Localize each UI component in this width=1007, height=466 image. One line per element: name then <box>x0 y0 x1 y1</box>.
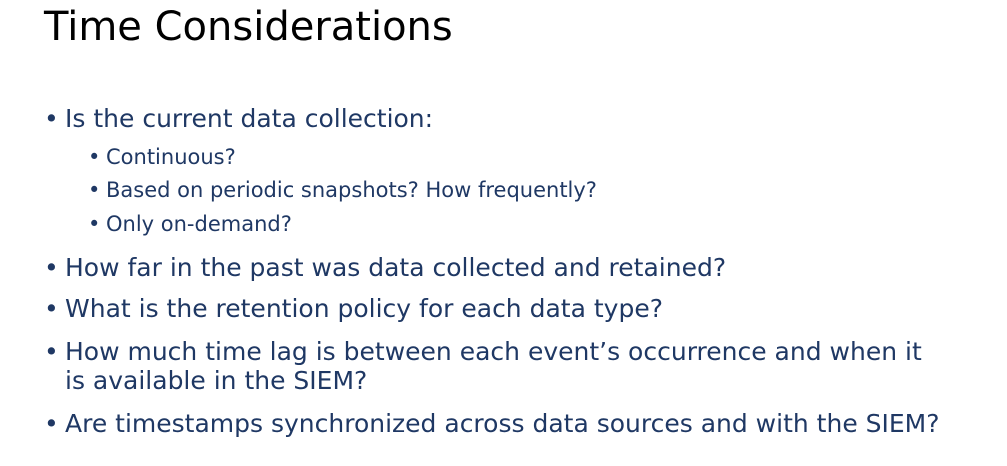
sub-bullet-text: Based on periodic snapshots? How frequen… <box>106 178 597 202</box>
slide-title: Time Considerations <box>44 4 453 50</box>
slide: Time Considerations • Is the current dat… <box>0 0 1007 466</box>
bullet-dot-icon: • <box>44 337 59 366</box>
bullet-text-continuation: is available in the SIEM? <box>65 366 368 395</box>
bullet-dot-icon: • <box>44 253 59 282</box>
bullet-text: Is the current data collection: <box>65 104 434 133</box>
sub-bullet-text: Only on-demand? <box>106 212 292 236</box>
bullet-dot-icon: • <box>44 409 59 438</box>
bullet-dot-icon: • <box>88 145 101 169</box>
bullet-dot-icon: • <box>88 178 101 202</box>
bullet-dot-icon: • <box>44 104 59 133</box>
sub-bullet-text: Continuous? <box>106 145 236 169</box>
bullet-dot-icon: • <box>88 212 101 236</box>
bullet-text: What is the retention policy for each da… <box>65 294 663 323</box>
bullet-text: How far in the past was data collected a… <box>65 253 727 282</box>
bullet-text: How much time lag is between each event’… <box>65 337 922 366</box>
bullet-dot-icon: • <box>44 294 59 323</box>
bullet-text: Are timestamps synchronized across data … <box>65 409 940 438</box>
